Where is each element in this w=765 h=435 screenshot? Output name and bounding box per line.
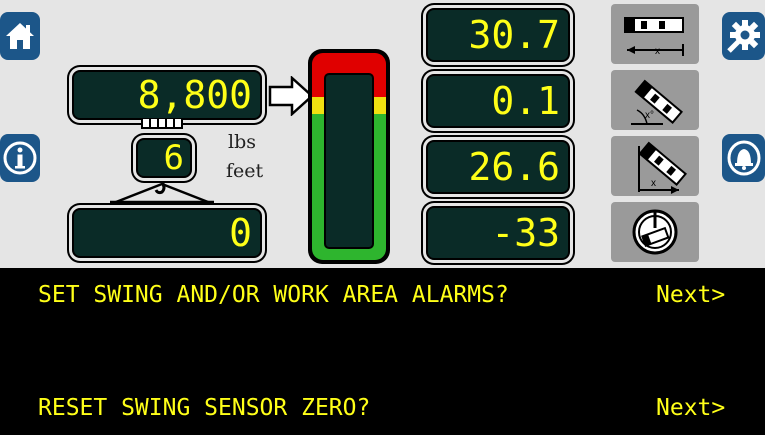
parts-of-line-value: 6 [163,138,184,178]
home-icon [6,23,34,49]
swing-angle-display: -33 [426,206,570,260]
boom-angle-icon: x° [631,79,684,125]
svg-text:x°: x° [645,110,654,121]
length-unit-label: feet [226,160,264,182]
reset-swing-next-button[interactable]: Next> [656,395,725,421]
info-button[interactable] [0,134,40,182]
info-icon [3,141,37,175]
reset-swing-prompt: RESET SWING SENSOR ZERO? [38,395,371,421]
parts-of-line-display: 6 [136,138,192,178]
svg-text:x: x [651,178,656,189]
swing-alarm-next-button[interactable]: Next> [656,282,725,308]
load-weight-display: 8,800 [72,70,262,120]
load-meter-fill [324,73,374,249]
swing-angle-icon [632,209,678,255]
swing-alarm-prompt: SET SWING AND/OR WORK AREA ALARMS? [38,282,509,308]
boom-length-display: 30.7 [426,8,570,62]
boom-length-icon: x [624,17,684,57]
hook-height-value: 0 [229,211,252,255]
gear-icon [726,20,760,53]
bell-icon [727,140,760,176]
home-button[interactable] [0,12,40,60]
radius-value: 26.6 [468,145,560,189]
load-meter [308,49,390,264]
hook-height-display: 0 [72,208,262,258]
boom-radius-icon: x [638,141,688,194]
boom-angle-display: 0.1 [426,74,570,128]
settings-button[interactable] [722,12,765,60]
boom-angle-button[interactable]: x° [611,70,699,130]
boom-length-button[interactable]: x [611,4,699,64]
weight-unit-label: lbs [228,131,256,153]
boom-length-value: 30.7 [468,13,560,57]
svg-text:x: x [655,46,660,57]
alarm-button[interactable] [722,134,765,182]
swing-angle-value: -33 [491,211,560,255]
radius-button[interactable]: x [611,136,699,196]
boom-angle-value: 0.1 [491,79,560,123]
load-weight-value: 8,800 [137,73,252,117]
radius-display: 26.6 [426,140,570,194]
swing-button[interactable] [611,202,699,262]
